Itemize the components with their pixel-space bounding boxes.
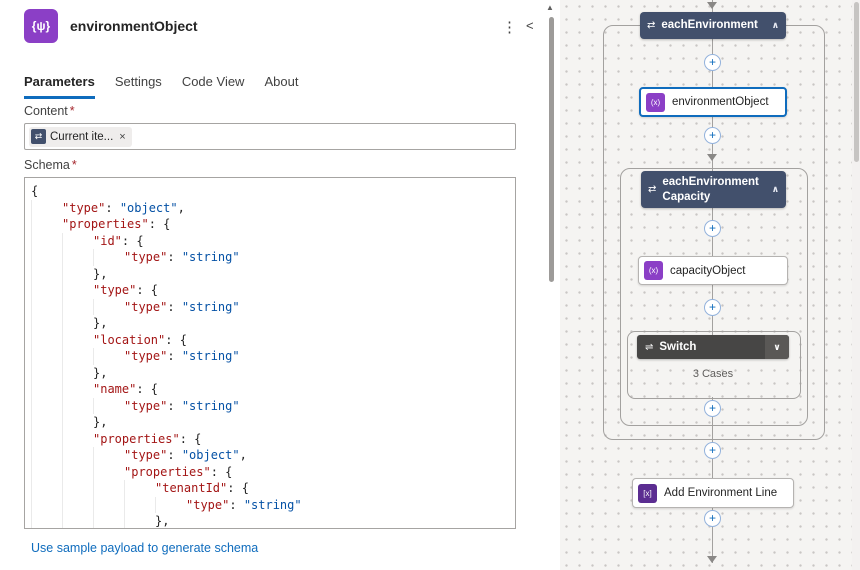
node-environment-object[interactable]: (x) environmentObject [639,87,787,117]
node-add-environment-line[interactable]: [x] Add Environment Line [632,478,794,508]
schema-line: }, [31,513,515,529]
tab-about[interactable]: About [264,74,298,99]
insert-action-button[interactable]: + [704,299,721,316]
tab-parameters[interactable]: Parameters [24,74,95,99]
scrollbar-up-icon[interactable]: ▲ [546,3,554,12]
parse-json-icon: (x) [644,261,663,280]
scope-header-each-environment-capacity[interactable]: ⇄ eachEnvironmentCapacity ∧ [641,171,786,208]
schema-line: "name": { [31,381,515,398]
remove-token-button[interactable]: × [119,131,125,143]
for-each-token-icon: ⇄ [31,129,46,144]
node-title: Add Environment Line [664,487,777,499]
node-title: capacityObject [670,265,745,277]
schema-line: "type": { [31,282,515,299]
schema-line: "properties": { [31,464,515,481]
schema-line: "type": "string" [31,348,515,365]
node-title: environmentObject [672,96,769,108]
schema-line: "type": "string" [31,497,515,514]
canvas-scrollbar-thumb[interactable] [854,2,859,162]
insert-action-button[interactable]: + [704,127,721,144]
collapse-chevron-icon[interactable]: ∧ [772,184,779,195]
content-label-text: Content [24,104,68,118]
tab-bar: Parameters Settings Code View About [24,74,298,99]
scope-title: eachEnvironmentCapacity [662,175,760,205]
insert-action-button[interactable]: + [704,220,721,237]
insert-action-button[interactable]: + [704,510,721,527]
token-label: Current ite... [50,131,113,143]
switch-icon: ⇌ [645,342,653,353]
schema-label-text: Schema [24,158,70,172]
panel-scrollbar[interactable]: ▲ [543,0,558,570]
required-asterisk: * [70,104,75,118]
more-options-button[interactable]: ⋮ [498,16,521,38]
schema-line: "properties": { [31,431,515,448]
variable-icon: [x] [638,484,657,503]
panel-scrollbar-thumb[interactable] [549,17,554,282]
schema-line: "properties": { [31,216,515,233]
flow-canvas[interactable]: ⇄ eachEnvironment ∧ + (x) environmentObj… [560,0,860,570]
collapse-panel-button[interactable]: < [522,16,538,35]
parse-json-action-icon: {ψ} [24,9,58,43]
content-input[interactable]: ⇄ Current ite... × [24,123,516,150]
schema-field-label: Schema* [24,158,77,172]
insert-action-button[interactable]: + [704,442,721,459]
for-each-icon: ⇄ [648,184,656,195]
schema-line: "type": "string" [31,398,515,415]
schema-line: }, [31,315,515,332]
current-item-token[interactable]: ⇄ Current ite... × [29,127,132,147]
schema-line: "type": "string" [31,299,515,316]
switch-cases-count: 3 Cases [627,368,799,380]
schema-line: "location": { [31,332,515,349]
parse-json-icon: (x) [646,93,665,112]
expand-chevron-icon[interactable]: ∨ [765,335,789,359]
schema-line: "type": "string" [31,249,515,266]
panel-title: environmentObject [70,18,198,34]
insert-action-button[interactable]: + [704,54,721,71]
flow-arrow-icon [707,556,717,563]
schema-line: }, [31,414,515,431]
schema-line: { [31,183,515,200]
insert-action-button[interactable]: + [704,400,721,417]
node-title: Switch [659,341,696,353]
node-capacity-object[interactable]: (x) capacityObject [638,256,788,285]
node-switch[interactable]: ⇌ Switch ∨ [637,335,789,359]
schema-line: "tenantId": { [31,480,515,497]
schema-line: "type": "object", [31,200,515,217]
tab-code-view[interactable]: Code View [182,74,245,99]
schema-line: }, [31,266,515,283]
collapse-chevron-icon[interactable]: ∧ [772,20,779,31]
for-each-icon: ⇄ [647,20,655,31]
schema-line: "type": "object", [31,447,515,464]
schema-line: "id": { [31,233,515,250]
scope-title: eachEnvironment [661,18,758,33]
required-asterisk: * [72,158,77,172]
generate-schema-link[interactable]: Use sample payload to generate schema [31,541,258,555]
scope-header-each-environment[interactable]: ⇄ eachEnvironment ∧ [640,12,786,39]
action-config-panel: {ψ} environmentObject ⋮ < Parameters Set… [0,0,560,570]
content-field-label: Content* [24,104,75,118]
flow-arrow-icon [707,2,717,9]
schema-line: }, [31,365,515,382]
schema-code-editor[interactable]: {"type": "object","properties": {"id": {… [24,177,516,529]
canvas-scrollbar[interactable] [852,0,860,570]
tab-settings[interactable]: Settings [115,74,162,99]
